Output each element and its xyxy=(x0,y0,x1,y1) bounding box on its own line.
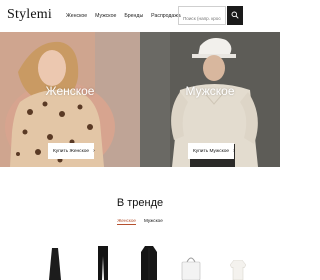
nav-item-brands[interactable]: Бренды xyxy=(124,13,143,19)
main-nav: Женское Мужское Бренды Распродажа xyxy=(66,13,181,19)
chevron-right-icon: › xyxy=(93,148,95,154)
pants-icon[interactable] xyxy=(97,246,109,280)
header: Stylemi Женское Мужское Бренды Распродаж… xyxy=(0,0,280,32)
handbag-icon[interactable] xyxy=(181,254,201,280)
product-carousel xyxy=(0,242,280,280)
nav-item-men[interactable]: Мужское xyxy=(95,13,116,19)
search-button[interactable] xyxy=(227,6,243,25)
trending-tabs: Женское Мужское xyxy=(0,218,280,225)
hero-women[interactable]: Женское Купить Женское › xyxy=(0,32,140,167)
sweater-icon[interactable] xyxy=(230,260,246,280)
nav-item-women[interactable]: Женское xyxy=(66,13,87,19)
dress-icon[interactable] xyxy=(48,248,62,280)
hero-men[interactable]: Мужское Купить Мужское › xyxy=(140,32,280,167)
search-input[interactable] xyxy=(179,10,225,27)
trending-title: В тренде xyxy=(116,197,164,209)
shop-women-label: Купить Женское xyxy=(53,148,90,154)
hero-men-title: Мужское xyxy=(185,84,235,98)
nav-item-sale[interactable]: Распродажа xyxy=(151,13,181,19)
tab-women[interactable]: Женское xyxy=(117,218,136,225)
hero-women-title: Женское xyxy=(45,84,95,98)
tab-men[interactable]: Мужское xyxy=(144,218,163,225)
shop-men-button[interactable]: Купить Мужское › xyxy=(188,143,235,159)
chevron-right-icon: › xyxy=(233,148,235,154)
shop-women-button[interactable]: Купить Женское › xyxy=(48,143,95,159)
search-field xyxy=(178,6,226,27)
coat-icon[interactable] xyxy=(140,246,158,280)
logo[interactable]: Stylemi xyxy=(7,7,52,23)
search-icon xyxy=(231,11,239,19)
shop-men-label: Купить Мужское xyxy=(193,148,230,154)
